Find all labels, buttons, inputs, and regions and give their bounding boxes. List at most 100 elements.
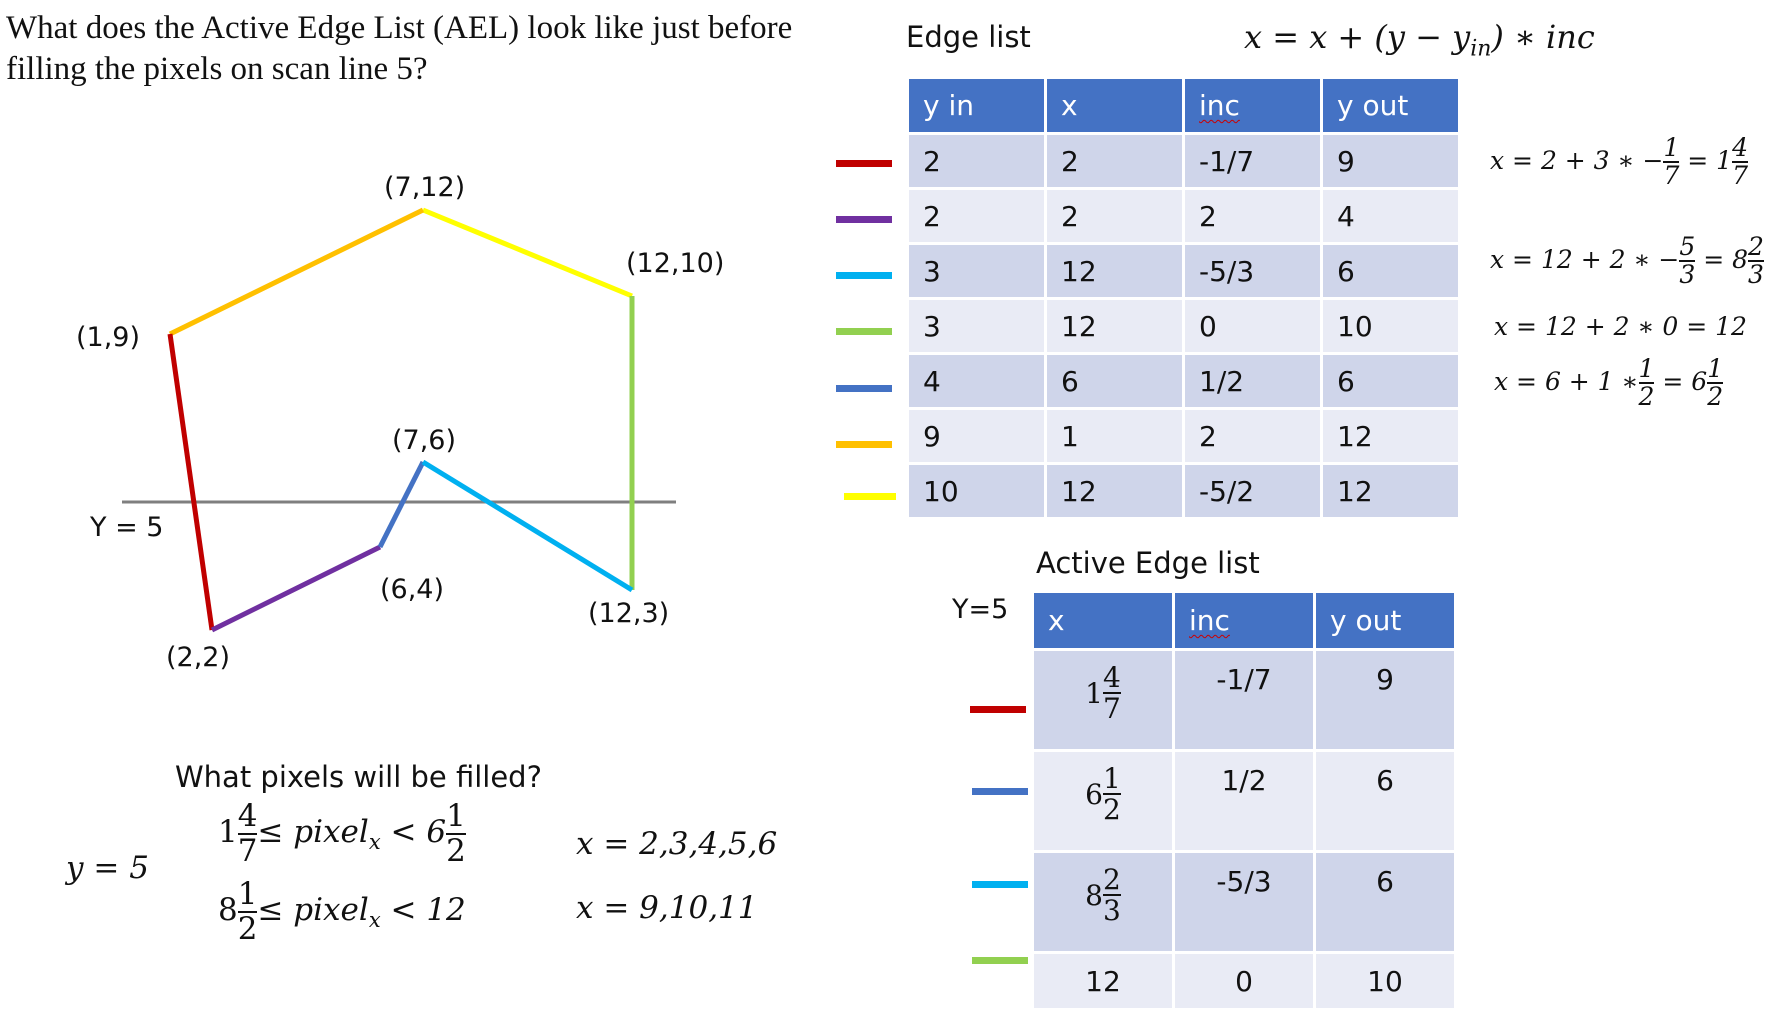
- cell: 2: [1047, 135, 1182, 187]
- scanline-label: Y = 5: [90, 512, 164, 543]
- table-header: x inc y out: [1034, 593, 1454, 648]
- cell: 12: [1047, 245, 1182, 297]
- cell-x: 12: [1034, 954, 1172, 1008]
- cell: 9: [1316, 651, 1454, 749]
- cell: 9: [1323, 135, 1458, 187]
- table-row: 9 1 2 12: [909, 410, 1458, 462]
- vertex-label: (1,9): [76, 322, 141, 353]
- edge-swatch: [836, 385, 892, 392]
- cell: 2: [1185, 190, 1320, 242]
- cell: 0: [1185, 300, 1320, 352]
- cell: 6: [1323, 245, 1458, 297]
- cell: 1/2: [1175, 752, 1313, 850]
- table-row: 10 12 -5/2 12: [909, 465, 1458, 517]
- update-formula: x = x + (y − yin) ∗ inc: [1244, 18, 1595, 62]
- cell: 12: [1047, 300, 1182, 352]
- edge-swatch: [836, 441, 892, 448]
- ael-swatch: [972, 788, 1028, 795]
- vertex-label: (12,10): [626, 248, 725, 279]
- cell: -1/7: [1175, 651, 1313, 749]
- edge-purple: [210, 544, 382, 633]
- cell: 1: [1047, 410, 1182, 462]
- cell: 10: [1323, 300, 1458, 352]
- edge-swatch: [836, 160, 892, 167]
- table-row: 4 6 1/2 6: [909, 355, 1458, 407]
- cell-x: 823: [1034, 853, 1172, 951]
- active-edge-table: x inc y out 147 -1/7 9 612 1/2 6 823 -5/…: [1031, 590, 1457, 1011]
- result-1: x = 2,3,4,5,6: [576, 826, 778, 862]
- edge-yellow: [422, 207, 633, 299]
- table-row: 12 0 10: [1034, 954, 1454, 1008]
- vertex-label: (2,2): [166, 642, 231, 673]
- edge-swatch: [844, 493, 896, 500]
- cell: -5/3: [1175, 853, 1313, 951]
- cell: 6: [1323, 355, 1458, 407]
- cell: 2: [909, 135, 1044, 187]
- pixel-range-2: 8 1 2 ≤ pixelx < 12: [218, 876, 466, 947]
- cell: 12: [1047, 465, 1182, 517]
- edge-swatch: [836, 216, 892, 223]
- pixel-range-1: 1 4 7 ≤ pixelx < 612: [218, 798, 466, 869]
- table-row: 2224: [909, 190, 1458, 242]
- edge-cyan: [421, 459, 634, 593]
- vertex-label: (12,3): [588, 598, 670, 629]
- calc-line: x = 6 + 1 ∗ 1 2 = 612: [1494, 354, 1724, 412]
- cell: 1/2: [1185, 355, 1320, 407]
- table-row: 823 -5/3 6: [1034, 853, 1454, 951]
- cell: 10: [909, 465, 1044, 517]
- cell-x: 147: [1034, 651, 1172, 749]
- calc-line: x = 2 + 3 ∗ −1 7 = 147: [1490, 133, 1748, 191]
- cell: 4: [1323, 190, 1458, 242]
- edge-list-title: Edge list: [906, 20, 1031, 54]
- cell: 2: [1047, 190, 1182, 242]
- cell: 12: [1323, 465, 1458, 517]
- cell: 2: [1185, 410, 1320, 462]
- col-header: y in: [909, 79, 1044, 132]
- table-row: 2 2 -1/7 9: [909, 135, 1458, 187]
- cell-x: 612: [1034, 752, 1172, 850]
- col-header: x: [1047, 79, 1182, 132]
- calc-line: x = 12 + 2 ∗ −5 3 = 823: [1490, 232, 1764, 290]
- ael-swatch: [972, 957, 1028, 964]
- col-header: inc: [1185, 79, 1320, 132]
- cell: 9: [909, 410, 1044, 462]
- ael-title: Active Edge list: [1036, 546, 1260, 580]
- cell: 4: [909, 355, 1044, 407]
- cell: 10: [1316, 954, 1454, 1008]
- cell: 2: [909, 190, 1044, 242]
- cell: -5/2: [1185, 465, 1320, 517]
- ael-swatch: [970, 706, 1026, 713]
- cell: -1/7: [1185, 135, 1320, 187]
- cell: -5/3: [1185, 245, 1320, 297]
- vertex-label: (6,4): [380, 574, 445, 605]
- table-row: 3 12 -5/3 6: [909, 245, 1458, 297]
- vertex-label: (7,6): [392, 425, 457, 456]
- edge-swatch: [836, 328, 892, 335]
- col-header: x: [1034, 593, 1172, 648]
- col-header: y out: [1323, 79, 1458, 132]
- cell: 3: [909, 300, 1044, 352]
- ael-y-label: Y=5: [952, 594, 1009, 625]
- calc-line: x = 12 + 2 ∗ 0 = 12: [1494, 312, 1747, 341]
- edge-list-table: y in x inc y out 2 2 -1/7 9 2224 3 12 -5/3 6 3…: [906, 76, 1461, 520]
- edge-swatch: [836, 272, 892, 279]
- table-row: 3 12 0 10: [909, 300, 1458, 352]
- col-header: y out: [1316, 593, 1454, 648]
- fill-question: What pixels will be filled?: [175, 760, 542, 794]
- cell: 6: [1316, 752, 1454, 850]
- ael-swatch: [972, 881, 1028, 888]
- scanline-equation: y = 5: [66, 850, 149, 886]
- cell: 0: [1175, 954, 1313, 1008]
- vertex-label: (7,12): [384, 172, 466, 203]
- result-2: x = 9,10,11: [576, 890, 758, 926]
- table-row: 147 -1/7 9: [1034, 651, 1454, 749]
- cell: 12: [1323, 410, 1458, 462]
- col-header: inc: [1175, 593, 1313, 648]
- edge-blue: [377, 460, 426, 549]
- table-header: y in x inc y out: [909, 79, 1458, 132]
- edge-red: [167, 333, 215, 631]
- edge-orange: [168, 207, 425, 337]
- table-row: 612 1/2 6: [1034, 752, 1454, 850]
- cell: 6: [1047, 355, 1182, 407]
- cell: 6: [1316, 853, 1454, 951]
